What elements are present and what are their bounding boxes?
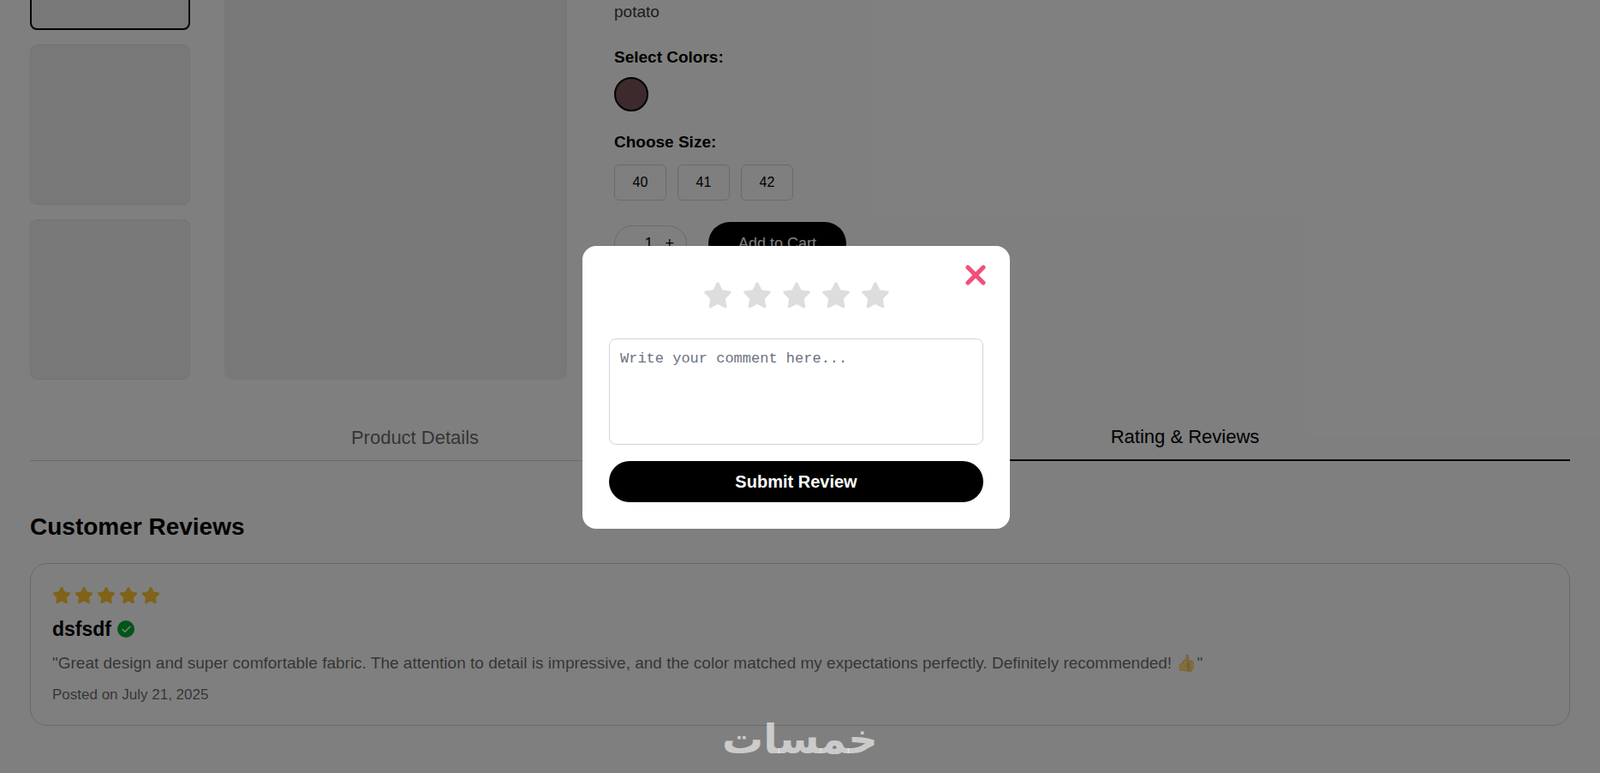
star-icon[interactable] bbox=[781, 280, 812, 311]
submit-review-button[interactable]: Submit Review bbox=[608, 460, 984, 502]
review-modal: Submit Review bbox=[582, 245, 1010, 529]
rating-input[interactable] bbox=[608, 280, 984, 311]
comment-input[interactable] bbox=[608, 338, 984, 445]
page: potatoSelect Colors:Choose Size:4041421+… bbox=[0, 0, 1600, 773]
star-icon[interactable] bbox=[741, 280, 773, 311]
close-icon bbox=[960, 259, 992, 291]
star-icon[interactable] bbox=[820, 280, 852, 311]
star-icon[interactable] bbox=[859, 280, 891, 311]
star-icon[interactable] bbox=[702, 280, 734, 311]
close-button[interactable] bbox=[960, 259, 992, 291]
